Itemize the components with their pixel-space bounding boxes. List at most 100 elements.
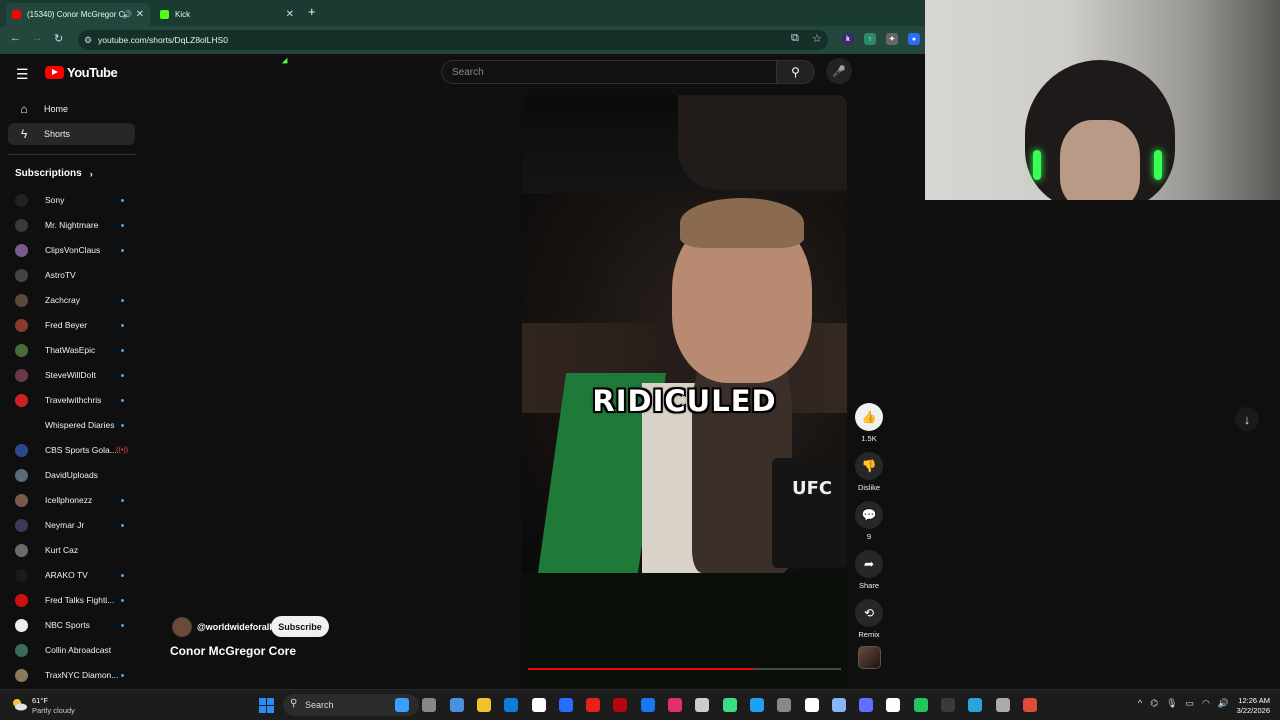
subscribe-button[interactable]: Subscribe bbox=[271, 616, 329, 637]
weather-description[interactable]: Partly cloudy bbox=[32, 706, 75, 715]
subscription-item[interactable]: SteveWillDoIt bbox=[15, 365, 130, 385]
comment-button[interactable]: 💬 9 bbox=[852, 501, 886, 541]
taskbar-app-icon[interactable] bbox=[449, 698, 464, 712]
taskbar-app-icon[interactable] bbox=[558, 698, 573, 712]
sound-thumbnail[interactable] bbox=[858, 646, 881, 669]
wifi-icon[interactable]: ◠ bbox=[1202, 698, 1210, 709]
video-progress-bar[interactable] bbox=[528, 668, 841, 670]
subscription-item[interactable]: DavidUploads bbox=[15, 465, 130, 485]
extension-icon[interactable]: ↑ bbox=[864, 33, 876, 45]
sidebar-item-shorts[interactable]: ϟ Shorts bbox=[8, 123, 135, 145]
share-button[interactable]: ➦ Share bbox=[852, 550, 886, 590]
site-info-icon[interactable]: ⚙ bbox=[84, 35, 92, 46]
taskbar-app-icon[interactable] bbox=[586, 698, 601, 712]
start-button[interactable] bbox=[259, 698, 274, 713]
subscription-item[interactable]: AstroTV bbox=[15, 265, 130, 285]
channel-handle[interactable]: @worldwideforall bbox=[197, 622, 272, 632]
new-tab-button[interactable]: + bbox=[308, 4, 316, 19]
extension-icon[interactable]: ✦ bbox=[886, 33, 898, 45]
youtube-logo[interactable]: YouTube bbox=[45, 65, 118, 80]
taskbar-app-icon[interactable] bbox=[968, 698, 983, 712]
close-tab-icon[interactable]: ✕ bbox=[286, 9, 294, 20]
subscriptions-header[interactable]: Subscriptions › bbox=[15, 168, 93, 179]
network-icon[interactable]: ⌬ bbox=[1150, 698, 1158, 709]
next-short-button[interactable]: ↓ bbox=[1235, 407, 1259, 431]
remix-button[interactable]: ⟲ Remix bbox=[852, 599, 886, 639]
subscription-item[interactable]: Neymar Jr bbox=[15, 515, 130, 535]
taskbar-app-icon[interactable] bbox=[695, 698, 710, 712]
taskbar-app-icon[interactable] bbox=[995, 698, 1010, 712]
subscription-item[interactable]: NBC Sports bbox=[15, 615, 130, 635]
subscription-item[interactable]: Collin Abroadcast bbox=[15, 640, 130, 660]
thumbs-down-button[interactable]: 👎 Dislike bbox=[852, 452, 886, 492]
address-bar[interactable]: ⚙ youtube.com/shorts/DqLZ8olLHS0 bbox=[78, 30, 828, 50]
channel-avatar[interactable] bbox=[172, 617, 192, 637]
taskbar-app-icon[interactable] bbox=[476, 698, 491, 712]
subscription-item[interactable]: Whispered Diaries bbox=[15, 415, 130, 435]
close-tab-icon[interactable]: ✕ bbox=[136, 9, 144, 20]
search-input[interactable]: Search bbox=[441, 60, 777, 84]
subscription-item[interactable]: CBS Sports Gola... ((•)) bbox=[15, 440, 130, 460]
subscription-item[interactable]: ARAKO TV bbox=[15, 565, 130, 585]
subscription-name: Kurt Caz bbox=[45, 545, 79, 555]
subscription-name: AstroTV bbox=[45, 270, 76, 280]
subscription-item[interactable]: Icellphonezz bbox=[15, 490, 130, 510]
subscription-item[interactable]: Fred Beyer bbox=[15, 315, 130, 335]
subscription-item[interactable]: TraxNYC Diamon... bbox=[15, 665, 130, 685]
subscription-item[interactable]: Kurt Caz bbox=[15, 540, 130, 560]
subscription-item[interactable]: Zachcray bbox=[15, 290, 130, 310]
microphone-icon[interactable]: 🎙 bbox=[1166, 698, 1177, 709]
volume-icon[interactable]: 🔊 bbox=[1218, 698, 1229, 709]
taskbar-app-icon[interactable] bbox=[859, 698, 874, 712]
voice-search-button[interactable]: 🎤 bbox=[826, 58, 852, 84]
subscription-item[interactable]: Travelwithchris bbox=[15, 390, 130, 410]
tab-kick[interactable]: Kick ✕ bbox=[154, 3, 300, 26]
shorts-icon: ϟ bbox=[20, 127, 28, 141]
display-icon[interactable]: ▭ bbox=[1186, 698, 1195, 709]
clock-date[interactable]: 3/22/2026 bbox=[1230, 706, 1270, 715]
taskbar-app-icon[interactable] bbox=[422, 698, 437, 712]
subscription-item[interactable]: Fred Talks Fighti... bbox=[15, 590, 130, 610]
forward-icon[interactable]: → bbox=[32, 32, 43, 44]
new-content-dot bbox=[121, 498, 124, 502]
extension-k-icon[interactable]: k bbox=[842, 33, 854, 45]
taskbar-app-icon[interactable] bbox=[886, 698, 901, 712]
short-video-player[interactable]: UFC RIDICULED bbox=[522, 95, 847, 687]
taskbar-app-icon[interactable] bbox=[831, 698, 846, 712]
back-icon[interactable]: ← bbox=[10, 32, 21, 44]
subscription-item[interactable]: Sony bbox=[15, 190, 130, 210]
tab-youtube[interactable]: (15340) Conor McGregor C 🔊 ✕ bbox=[6, 3, 150, 26]
taskbar-app-icon[interactable] bbox=[640, 698, 655, 712]
install-app-icon[interactable]: ⧉ bbox=[791, 32, 799, 45]
taskbar-app-icon[interactable] bbox=[613, 698, 628, 712]
sidebar-item-home[interactable]: ⌂ Home bbox=[8, 98, 135, 120]
taskbar-app-icon[interactable] bbox=[531, 698, 546, 712]
subscription-item[interactable]: ThatWasEpic bbox=[15, 340, 130, 360]
subscription-item[interactable]: ClipsVonClaus bbox=[15, 240, 130, 260]
taskbar-app-icon[interactable] bbox=[941, 698, 955, 712]
extension-icon[interactable]: ● bbox=[908, 33, 920, 45]
taskbar-app-icon[interactable] bbox=[668, 698, 682, 712]
weather-temperature[interactable]: 61°F bbox=[32, 696, 48, 705]
chevron-up-icon[interactable]: ^ bbox=[1138, 698, 1142, 709]
taskbar-app-icon[interactable] bbox=[722, 698, 737, 712]
taskbar-app-icon[interactable] bbox=[504, 698, 519, 712]
video-top-frame bbox=[522, 95, 847, 193]
taskbar-app-icon[interactable] bbox=[777, 698, 792, 712]
taskbar-app-icon[interactable] bbox=[1022, 698, 1037, 712]
clock-time[interactable]: 12:26 AM bbox=[1230, 696, 1270, 705]
taskbar-app-icon[interactable] bbox=[913, 698, 928, 712]
search-button[interactable]: ⚲ bbox=[777, 60, 815, 84]
bookmark-star-icon[interactable]: ☆ bbox=[812, 32, 822, 45]
taskbar-app-icon[interactable] bbox=[804, 698, 819, 712]
subscription-item[interactable]: Mr. Nightmare bbox=[15, 215, 130, 235]
hamburger-menu-icon[interactable]: ☰ bbox=[16, 66, 29, 83]
taskbar-app-icon[interactable] bbox=[395, 698, 409, 712]
speaker-icon[interactable]: 🔊 bbox=[122, 10, 132, 19]
new-content-dot bbox=[121, 223, 124, 227]
taskbar-app-icon[interactable] bbox=[749, 698, 764, 712]
reload-icon[interactable]: ↻ bbox=[54, 32, 63, 45]
subscription-name: SteveWillDoIt bbox=[45, 370, 97, 380]
thumbs-up-button[interactable]: 👍 1.5K bbox=[852, 403, 886, 443]
channel-avatar bbox=[15, 318, 28, 332]
